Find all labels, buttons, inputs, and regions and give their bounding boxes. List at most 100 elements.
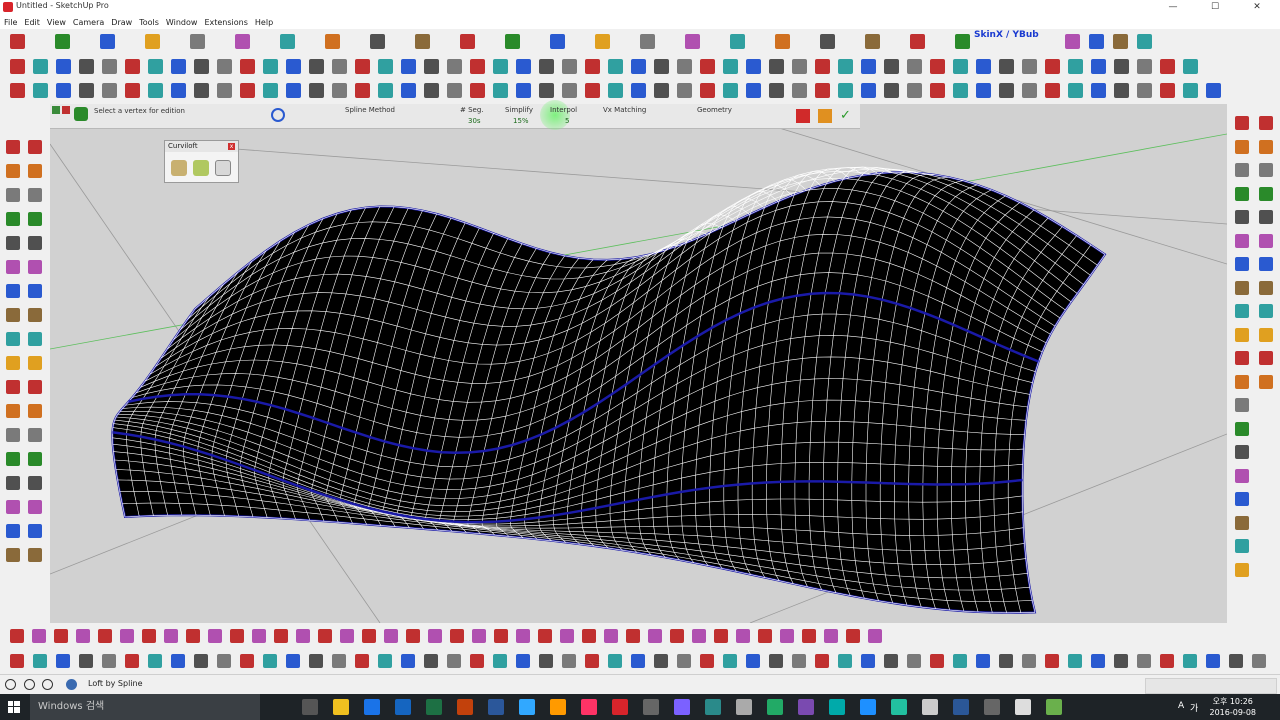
sidebar-tool-icon[interactable]: [6, 548, 20, 562]
modify-tool-icon[interactable]: [815, 83, 830, 98]
draw-tool-icon[interactable]: [663, 34, 678, 49]
sidebar-tool-icon[interactable]: [1259, 139, 1273, 154]
draw-tool-icon[interactable]: [55, 34, 70, 49]
menu-view[interactable]: View: [43, 17, 69, 27]
plugin-tool-icon[interactable]: [186, 629, 200, 643]
taskbar-app-icon[interactable]: [829, 699, 845, 715]
edit-tool-icon[interactable]: [33, 59, 48, 74]
edit-tool-icon[interactable]: [999, 59, 1014, 74]
edit-tool-icon[interactable]: [654, 59, 669, 74]
draw-tool-icon[interactable]: [348, 34, 363, 49]
modify-tool-icon[interactable]: [355, 83, 370, 98]
taskbar-app-icon[interactable]: [953, 699, 969, 715]
draw-tool-icon[interactable]: [415, 34, 430, 49]
loft-by-spline-icon[interactable]: [171, 160, 187, 176]
edit-tool-icon[interactable]: [815, 59, 830, 74]
draw-tool-icon[interactable]: [325, 34, 340, 49]
modify-tool-icon[interactable]: [33, 83, 48, 98]
plugin-tool-icon[interactable]: [493, 654, 507, 668]
sidebar-tool-icon[interactable]: [28, 524, 42, 538]
plugin-tool-icon[interactable]: [194, 654, 208, 668]
taskbar-app-icon[interactable]: [302, 699, 318, 715]
plugin-tool-icon[interactable]: [648, 629, 662, 643]
edit-tool-icon[interactable]: [1114, 59, 1129, 74]
edit-tool-icon[interactable]: [424, 59, 439, 74]
plugin-tool-icon[interactable]: [296, 629, 310, 643]
menu-window[interactable]: Window: [162, 17, 201, 27]
plugin-tool-icon[interactable]: [654, 654, 668, 668]
plugin-tool-icon[interactable]: [10, 654, 24, 668]
taskbar-app-icon[interactable]: [643, 699, 659, 715]
taskbar-search[interactable]: Windows 검색: [30, 694, 260, 720]
plugin-tool-icon[interactable]: [824, 629, 838, 643]
plugin-tool-icon[interactable]: [1229, 654, 1243, 668]
draw-tool-icon[interactable]: [865, 34, 880, 49]
draw-tool-icon[interactable]: [843, 34, 858, 49]
modify-tool-icon[interactable]: [654, 83, 669, 98]
modify-tool-icon[interactable]: [217, 83, 232, 98]
sidebar-tool-icon[interactable]: [28, 140, 42, 154]
edit-tool-icon[interactable]: [700, 59, 715, 74]
edit-tool-icon[interactable]: [723, 59, 738, 74]
taskbar-app-icon[interactable]: [1046, 699, 1062, 715]
edit-tool-icon[interactable]: [102, 59, 117, 74]
plugin-tool-icon[interactable]: [79, 654, 93, 668]
modify-tool-icon[interactable]: [424, 83, 439, 98]
modify-tool-icon[interactable]: [102, 83, 117, 98]
geo-location-icon[interactable]: [5, 679, 16, 690]
plugin-tool-icon[interactable]: [56, 654, 70, 668]
sidebar-tool-icon[interactable]: [28, 476, 42, 490]
edit-tool-icon[interactable]: [1137, 59, 1152, 74]
plugin-tool-icon[interactable]: [148, 654, 162, 668]
sidebar-tool-icon[interactable]: [28, 332, 42, 346]
edit-tool-icon[interactable]: [240, 59, 255, 74]
ime-mode[interactable]: 가: [1190, 701, 1198, 714]
edit-tool-icon[interactable]: [10, 59, 25, 74]
edit-tool-icon[interactable]: [539, 59, 554, 74]
draw-tool-icon[interactable]: [573, 34, 588, 49]
draw-tool-icon[interactable]: [753, 34, 768, 49]
simplify-value[interactable]: 15%: [513, 117, 529, 125]
plugin-tool-icon[interactable]: [274, 629, 288, 643]
draw-tool-icon[interactable]: [505, 34, 520, 49]
plugin-tool-icon[interactable]: [120, 629, 134, 643]
plugin-tool-icon[interactable]: [384, 629, 398, 643]
edit-tool-icon[interactable]: [677, 59, 692, 74]
sidebar-tool-icon[interactable]: [28, 356, 42, 370]
modify-tool-icon[interactable]: [907, 83, 922, 98]
spline-play-icon[interactable]: [52, 106, 60, 114]
draw-tool-icon[interactable]: [78, 34, 93, 49]
draw-tool-icon[interactable]: [888, 34, 903, 49]
modify-tool-icon[interactable]: [1114, 83, 1129, 98]
edit-tool-icon[interactable]: [79, 59, 94, 74]
edit-tool-icon[interactable]: [930, 59, 945, 74]
edit-tool-icon[interactable]: [286, 59, 301, 74]
taskbar-app-icon[interactable]: [922, 699, 938, 715]
sidebar-tool-icon[interactable]: [1235, 492, 1249, 506]
edit-tool-icon[interactable]: [838, 59, 853, 74]
plugin-tool-icon[interactable]: [560, 629, 574, 643]
plugin-tool-icon[interactable]: [102, 654, 116, 668]
draw-tool-icon[interactable]: [933, 34, 948, 49]
plugin-tool-icon[interactable]: [746, 654, 760, 668]
edit-tool-icon[interactable]: [217, 59, 232, 74]
edit-tool-icon[interactable]: [378, 59, 393, 74]
plugin-tool-icon[interactable]: [884, 654, 898, 668]
edit-tool-icon[interactable]: [861, 59, 876, 74]
sidebar-tool-icon[interactable]: [6, 308, 20, 322]
draw-tool-icon[interactable]: [145, 34, 160, 49]
plugin-tool-icon[interactable]: [1022, 654, 1036, 668]
taskbar-app-icon[interactable]: [1015, 699, 1031, 715]
plugin-tool-icon[interactable]: [318, 629, 332, 643]
edit-tool-icon[interactable]: [769, 59, 784, 74]
modify-tool-icon[interactable]: [930, 83, 945, 98]
sidebar-tool-icon[interactable]: [1259, 163, 1273, 177]
modify-tool-icon[interactable]: [171, 83, 186, 98]
plugin-tool-icon[interactable]: [252, 629, 266, 643]
close-button[interactable]: ✕: [1242, 0, 1272, 15]
draw-tool-icon[interactable]: [370, 34, 385, 49]
plugin-tool-icon[interactable]: [76, 629, 90, 643]
maximize-button[interactable]: ☐: [1200, 0, 1230, 15]
plugin-tool-icon[interactable]: [355, 654, 369, 668]
modify-tool-icon[interactable]: [884, 83, 899, 98]
